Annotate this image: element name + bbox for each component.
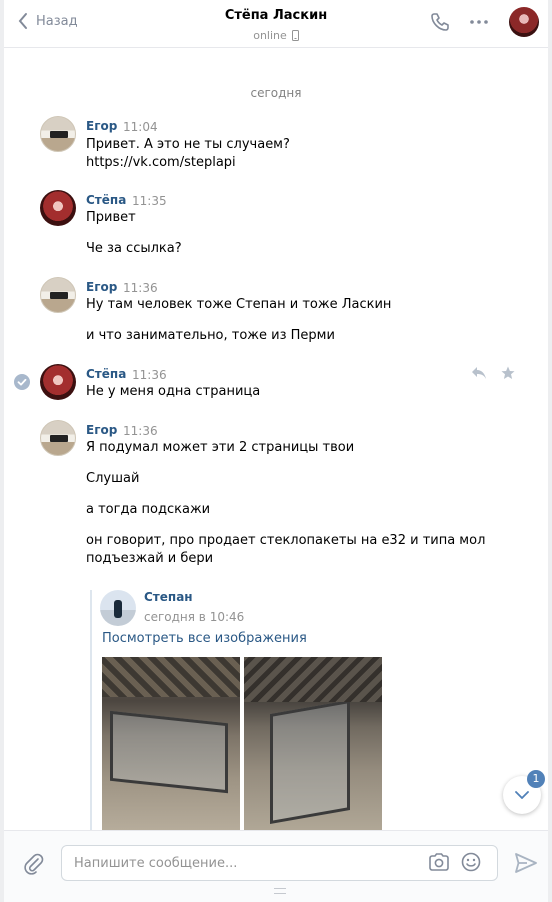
sender-name[interactable]: Егор <box>86 423 117 437</box>
chat-title-block: Стёпа Ласкин online <box>4 8 548 43</box>
message-text: Привет <box>86 210 136 225</box>
photo-attachment[interactable] <box>244 657 382 832</box>
more-icon[interactable] <box>470 20 488 24</box>
date-separator: сегодня <box>250 86 302 100</box>
message-text: Привет. А это не ты случаем? <box>86 137 290 152</box>
message-group: Стёпа 11:36 Не у меня одна страница <box>40 364 520 404</box>
message-time[interactable]: 11:36 <box>132 368 167 382</box>
unread-count-badge: 1 <box>527 770 545 788</box>
message-text: Слушай <box>86 471 140 486</box>
message-composer <box>4 830 548 902</box>
message-text: Не у меня одна страница <box>86 384 261 399</box>
avatar[interactable] <box>40 364 76 400</box>
phone-icon[interactable] <box>430 12 450 32</box>
message-time[interactable]: 11:35 <box>132 194 167 208</box>
message-time[interactable]: 11:36 <box>123 281 158 295</box>
message-text: а тогда подскажи <box>86 502 211 517</box>
message-text: он говорит, про продает стеклопакеты на … <box>86 533 486 548</box>
message-text: подъезжай и бери <box>86 551 214 566</box>
chevron-down-icon <box>515 791 529 799</box>
mobile-icon <box>291 30 299 41</box>
paperclip-icon[interactable] <box>24 853 44 875</box>
sender-name[interactable]: Стёпа <box>86 193 126 207</box>
avatar[interactable] <box>509 7 539 37</box>
message-group: Егор 11:36 Ну там человек тоже Степан и … <box>40 277 520 347</box>
message-text: Ну там человек тоже Степан и тоже Ласкин <box>86 297 392 312</box>
photo-attachment[interactable] <box>102 657 240 832</box>
message-group: Стёпа 11:35 Привет Че за ссылка? <box>40 190 520 260</box>
avatar[interactable] <box>40 420 76 456</box>
emoji-icon[interactable] <box>461 852 481 872</box>
online-status: online <box>253 29 299 42</box>
sender-name[interactable]: Егор <box>86 280 117 294</box>
status-text: online <box>253 29 287 42</box>
avatar[interactable] <box>40 277 76 313</box>
forwarded-time[interactable]: сегодня в 10:46 <box>144 610 244 624</box>
camera-icon[interactable] <box>428 853 450 871</box>
send-icon[interactable] <box>515 853 537 873</box>
message-text: Я подумал может эти 2 страницы твои <box>86 440 355 455</box>
message-link[interactable]: https://vk.com/steplapi <box>86 154 236 172</box>
message-group: Егор 11:36 Я подумал может эти 2 страниц… <box>40 420 520 580</box>
message-time[interactable]: 11:04 <box>123 120 158 134</box>
reply-icon[interactable] <box>471 366 487 380</box>
message-text: и что занимательно, тоже из Перми <box>86 328 335 343</box>
sender-name[interactable]: Стёпа <box>86 367 126 381</box>
star-icon[interactable] <box>501 366 515 380</box>
avatar[interactable] <box>40 116 76 152</box>
message-group: Егор 11:04 Привет. А это не ты случаем? … <box>40 116 520 176</box>
message-text: Че за ссылка? <box>86 241 182 256</box>
resize-handle[interactable] <box>274 888 286 894</box>
sender-name[interactable]: Егор <box>86 119 117 133</box>
avatar[interactable] <box>100 590 136 626</box>
forwarded-sender-name[interactable]: Степан <box>144 590 193 604</box>
view-all-images-link[interactable]: Посмотреть все изображения <box>102 631 307 646</box>
check-circle-icon[interactable] <box>14 374 30 390</box>
message-time[interactable]: 11:36 <box>123 424 158 438</box>
chat-title[interactable]: Стёпа Ласкин <box>4 8 548 23</box>
avatar[interactable] <box>40 190 76 226</box>
chat-header: Назад Стёпа Ласкин online <box>4 0 548 48</box>
forwarded-message: Степан сегодня в 10:46 Посмотреть все из… <box>90 590 390 832</box>
chat-window: Назад Стёпа Ласкин online сегодня Егор 1… <box>4 0 548 902</box>
